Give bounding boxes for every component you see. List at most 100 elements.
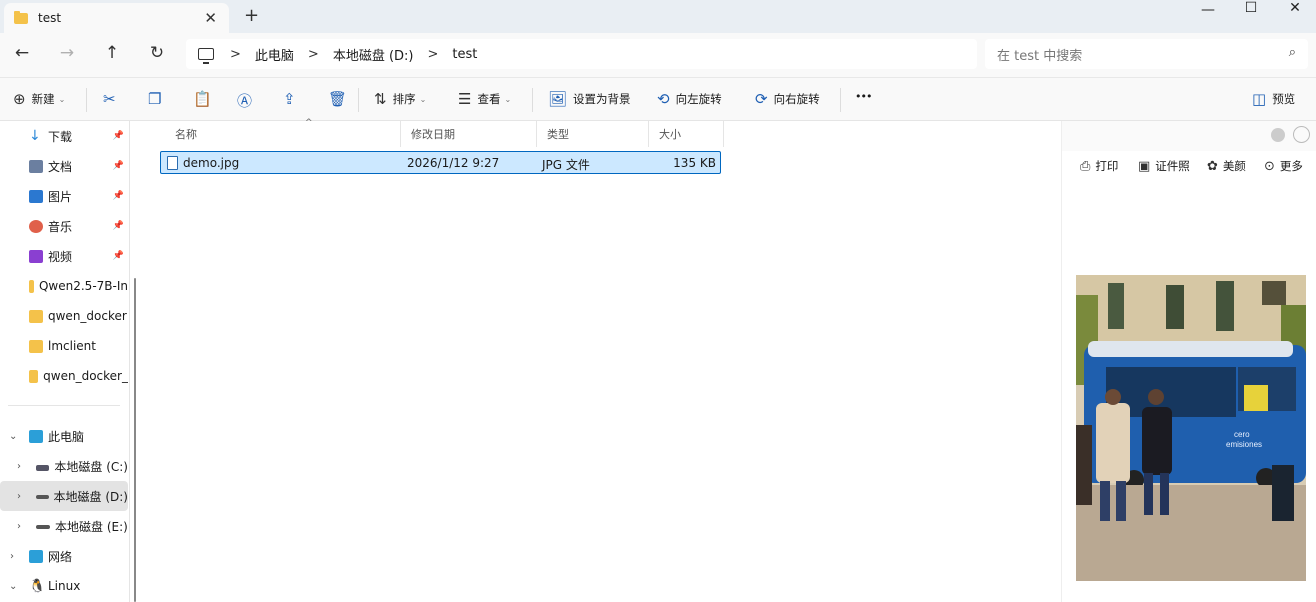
more-button[interactable]: ••• [855, 90, 872, 103]
sidebar-item-folder[interactable]: qwen_docker [0, 301, 128, 331]
chevron-right-icon: › [10, 550, 14, 562]
breadcrumb-sep: > [307, 46, 319, 62]
column-name-label: 名称 [175, 128, 197, 141]
id-photo-button[interactable]: ▣ 证件照 [1138, 158, 1190, 174]
column-header-size[interactable]: 大小 [649, 121, 724, 147]
sidebar-label: qwen_docker [48, 309, 127, 323]
beautify-button[interactable]: ✿ 美颜 [1207, 158, 1246, 174]
column-type-label: 类型 [547, 128, 569, 141]
close-window-button[interactable]: ✕ [1273, 0, 1316, 16]
breadcrumb-test[interactable]: test [452, 47, 477, 62]
bus-text-cero: cero [1234, 430, 1250, 439]
beautify-label: 美颜 [1222, 159, 1246, 173]
view-lines-icon: ☰ [458, 90, 472, 108]
share-button[interactable]: ⇪ [283, 90, 302, 108]
sidebar-item-drive-c[interactable]: › 本地磁盘 (C:) [0, 451, 128, 481]
sidebar-item-documents[interactable]: 文档 📌 [0, 151, 128, 181]
chevron-right-icon: › [17, 490, 21, 502]
breadcrumb[interactable]: > 此电脑 > 本地磁盘 (D:) > test [186, 39, 977, 69]
search-icon: ⌕ [1288, 45, 1296, 60]
table-row[interactable]: demo.jpg 2026/1/12 9:27 JPG 文件 135 KB [160, 151, 721, 174]
sidebar-item-music[interactable]: 音乐 📌 [0, 211, 128, 241]
divider [532, 88, 533, 112]
sidebar-item-folder[interactable]: lmclient [0, 331, 128, 361]
plus-circle-icon: ⊕ [13, 90, 26, 108]
tab-title: test [38, 11, 62, 25]
copy-button[interactable]: ❐ [148, 90, 167, 108]
chevron-down-icon: ⌄ [9, 580, 18, 592]
rotate-right-label: 向右旋转 [773, 92, 820, 106]
chevron-down-icon: ⌄ [419, 94, 427, 104]
new-button[interactable]: ⊕ 新建 ⌄ [13, 90, 65, 108]
download-icon: ↓ [29, 127, 41, 144]
sidebar-item-downloads[interactable]: ↓ 下载 📌 [0, 121, 128, 151]
paste-button[interactable]: 📋 [193, 90, 218, 108]
rotate-right-button[interactable]: ⟳ 向右旋转 [755, 90, 820, 108]
print-button[interactable]: ⎙ 打印 [1080, 158, 1118, 174]
sidebar-label: 网络 [48, 549, 73, 564]
sidebar-item-pictures[interactable]: 图片 📌 [0, 181, 128, 211]
new-tab-button[interactable]: + [244, 5, 259, 26]
rotate-right-icon: ⟳ [755, 90, 768, 108]
folder-icon [14, 10, 28, 24]
pin-icon: 📌 [112, 221, 124, 231]
chevron-down-icon: ⌄ [9, 430, 18, 442]
pin-icon: 📌 [112, 191, 124, 201]
folder-icon [29, 309, 43, 323]
file-name: demo.jpg [183, 156, 240, 170]
sidebar-label: 本地磁盘 (D:) [53, 489, 128, 504]
preview-pane-button[interactable]: ◫ 预览 [1252, 90, 1295, 108]
maximize-button[interactable]: ☐ [1229, 0, 1273, 16]
sort-button[interactable]: ⇅ 排序 ⌄ [374, 90, 426, 108]
view-button[interactable]: ☰ 查看 ⌄ [458, 90, 511, 108]
rotate-left-button[interactable]: ⟲ 向左旋转 [657, 90, 722, 108]
rename-button[interactable]: Ⓐ [237, 90, 258, 111]
preview-pane-icon: ◫ [1252, 90, 1267, 108]
chevron-down-icon: ⌄ [58, 94, 66, 104]
sidebar-item-folder[interactable]: Qwen2.5-7B-In [0, 271, 128, 301]
sidebar-item-drive-d[interactable]: › 本地磁盘 (D:) [0, 481, 128, 511]
breadcrumb-sep: > [427, 46, 439, 62]
column-header-name[interactable]: 名称 ^ [165, 118, 401, 147]
status-icon [1271, 128, 1285, 142]
up-button[interactable]: ↑ [102, 43, 122, 63]
beautify-icon: ✿ [1207, 158, 1218, 174]
sidebar-item-folder[interactable]: qwen_docker_ [0, 361, 128, 391]
network-icon [29, 549, 43, 563]
sidebar-item-linux[interactable]: ⌄ 🐧 Linux [0, 571, 128, 601]
computer-icon [198, 48, 214, 64]
sidebar-item-this-pc[interactable]: ⌄ 此电脑 [0, 421, 128, 451]
sidebar-scrollbar[interactable] [134, 278, 136, 602]
avatar[interactable] [1293, 126, 1310, 143]
sidebar-label: 文档 [48, 159, 73, 174]
drive-icon [36, 465, 50, 471]
refresh-button[interactable]: ↻ [147, 43, 167, 63]
sidebar-item-videos[interactable]: 视频 📌 [0, 241, 128, 271]
minimize-button[interactable]: — [1186, 2, 1230, 18]
cut-button[interactable]: ✂ [103, 90, 122, 108]
column-header-type[interactable]: 类型 [537, 121, 649, 147]
set-background-button[interactable]: 🖼 设置为背景 [548, 90, 631, 108]
sidebar-item-network[interactable]: › 网络 [0, 541, 128, 571]
close-tab-icon[interactable]: ✕ [204, 9, 217, 27]
back-button[interactable]: ← [12, 43, 32, 63]
folder-icon [29, 339, 43, 353]
rotate-left-icon: ⟲ [657, 90, 670, 108]
file-list: 名称 ^ 修改日期 类型 大小 demo.jpg 2026/1/12 9:27 … [143, 118, 1061, 602]
column-header-date[interactable]: 修改日期 [401, 121, 537, 147]
sidebar-item-drive-e[interactable]: › 本地磁盘 (E:) [0, 511, 128, 541]
sidebar-label: 此电脑 [48, 429, 85, 444]
file-type: JPG 文件 [542, 158, 590, 172]
breadcrumb-drive-d[interactable]: 本地磁盘 (D:) [333, 45, 414, 64]
forward-button[interactable]: → [57, 43, 77, 63]
search-input[interactable]: 在 test 中搜索 ⌕ [985, 39, 1308, 69]
copy-icon: ❐ [148, 90, 162, 108]
delete-button[interactable]: 🗑 [328, 90, 353, 108]
file-date: 2026/1/12 9:27 [407, 156, 500, 170]
more-label: 更多 [1279, 159, 1303, 173]
id-photo-icon: ▣ [1138, 158, 1151, 174]
breadcrumb-this-pc[interactable]: 此电脑 [255, 45, 294, 64]
tab-test[interactable]: test ✕ [4, 3, 229, 33]
folder-icon [29, 279, 34, 293]
more-actions-button[interactable]: ⊙ 更多 [1264, 158, 1303, 174]
